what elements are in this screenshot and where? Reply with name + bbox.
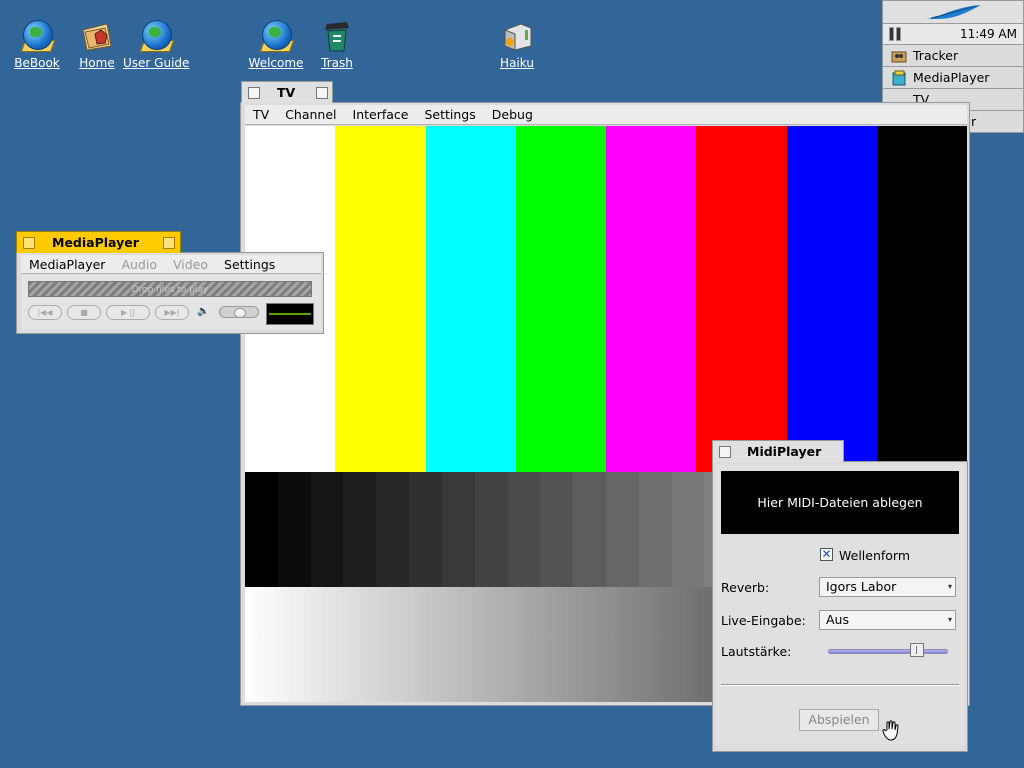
- chevron-down-icon: ▾: [947, 615, 952, 624]
- chevron-down-icon: ▾: [947, 582, 952, 591]
- deskbar-item-mediaplayer[interactable]: MediaPlayer: [882, 67, 1024, 89]
- hand-cursor-icon: [882, 720, 899, 741]
- deskbar-tray: 11:49 AM: [882, 23, 1024, 45]
- color-bar: [335, 126, 426, 472]
- volume-slider-thumb[interactable]: [910, 643, 924, 657]
- divider: [721, 684, 959, 686]
- gray-step: [441, 472, 475, 587]
- close-icon[interactable]: [23, 237, 35, 249]
- menu-debug[interactable]: Debug: [484, 107, 541, 122]
- haiku-volume-icon: [501, 20, 533, 52]
- bebook-icon: [20, 20, 56, 52]
- deskbar-clock[interactable]: 11:49 AM: [960, 27, 1017, 41]
- deskbar-item-label: Tracker: [913, 48, 959, 63]
- deskbar-item-label: MediaPlayer: [913, 70, 990, 85]
- menu-settings[interactable]: Settings: [216, 257, 283, 272]
- play-button[interactable]: Abspielen: [799, 709, 879, 731]
- trash-icon: [321, 20, 353, 52]
- gray-step: [474, 472, 508, 587]
- reverb-label: Reverb:: [721, 580, 770, 595]
- menu-interface[interactable]: Interface: [345, 107, 417, 122]
- deskbar-menu-button[interactable]: [882, 0, 1024, 23]
- mediaplayer-menubar: MediaPlayer Audio Video Settings: [21, 255, 321, 274]
- menu-settings[interactable]: Settings: [416, 107, 483, 122]
- gray-step: [277, 472, 311, 587]
- window-title: MediaPlayer: [52, 235, 139, 250]
- menu-mediaplayer[interactable]: MediaPlayer: [21, 257, 113, 272]
- close-icon[interactable]: [719, 446, 731, 458]
- gray-step: [409, 472, 442, 587]
- deskbar-item-label: r: [971, 114, 977, 129]
- desktop-icon-label: Welcome: [248, 56, 304, 70]
- skip-forward-button[interactable]: ▶▶|: [155, 305, 189, 320]
- volume-slider[interactable]: [219, 306, 259, 318]
- color-bar: [786, 126, 877, 472]
- waveform-checkbox[interactable]: ✕: [820, 548, 833, 561]
- gray-step: [376, 472, 410, 587]
- tv-window-tab[interactable]: TV: [241, 81, 333, 103]
- tv-menubar: TV Channel Interface Settings Debug: [245, 105, 967, 125]
- gray-step: [310, 472, 344, 587]
- desktop-icon-label: Haiku: [500, 56, 534, 70]
- skip-back-button[interactable]: |◀◀: [28, 305, 62, 320]
- desktop-icon-label: Home: [79, 56, 115, 70]
- gray-step: [245, 472, 278, 587]
- seek-bar[interactable]: Drop files to play: [28, 281, 312, 297]
- desktop-icon-user-guide[interactable]: User Guide: [121, 20, 191, 70]
- peak-meter: [266, 303, 314, 325]
- gray-step: [343, 472, 377, 587]
- gray-step: [605, 472, 639, 587]
- home-folder-icon: [81, 20, 113, 52]
- gray-step: [671, 472, 705, 587]
- test-pattern-color-bars: [245, 126, 967, 472]
- gray-step: [573, 472, 606, 587]
- desktop-icon-label: BeBook: [14, 56, 60, 70]
- color-bar: [876, 126, 967, 472]
- menu-tv[interactable]: TV: [245, 107, 277, 122]
- close-icon[interactable]: [248, 87, 260, 99]
- live-input-select[interactable]: Aus ▾: [819, 610, 956, 630]
- welcome-icon: [259, 20, 295, 52]
- menu-channel[interactable]: Channel: [277, 107, 344, 122]
- mediaplayer-icon: [891, 70, 907, 86]
- user-guide-icon: [139, 20, 175, 52]
- volume-slider-track[interactable]: [828, 649, 948, 654]
- zoom-icon[interactable]: [163, 237, 175, 249]
- deskbar-item-tracker[interactable]: Tracker: [882, 45, 1024, 67]
- desktop-icon-label: Trash: [321, 56, 353, 70]
- stop-button[interactable]: ■: [67, 305, 101, 320]
- reverb-select[interactable]: Igors Labor ▾: [819, 577, 956, 597]
- color-bar: [696, 126, 787, 472]
- mediaplayer-controls: Drop files to play |◀◀ ■ ▶ || ▶▶| 🔈: [21, 275, 321, 330]
- desktop-icon-trash[interactable]: Trash: [302, 20, 372, 70]
- window-title: MidiPlayer: [747, 444, 822, 459]
- live-input-value: Aus: [826, 612, 849, 627]
- menu-audio[interactable]: Audio: [113, 257, 165, 272]
- waveform-checkbox-label[interactable]: Wellenform: [839, 548, 910, 563]
- menu-video[interactable]: Video: [165, 257, 216, 272]
- color-bar: [425, 126, 516, 472]
- midi-drop-area[interactable]: Hier MIDI-Dateien ablegen: [721, 471, 959, 534]
- mediaplayer-window-tab[interactable]: MediaPlayer: [16, 231, 181, 253]
- live-input-label: Live-Eingabe:: [721, 613, 806, 628]
- desktop-icon-haiku[interactable]: Haiku: [482, 20, 552, 70]
- color-bar: [515, 126, 606, 472]
- midiplayer-body: Hier MIDI-Dateien ablegen ✕ Wellenform R…: [716, 464, 964, 748]
- speaker-icon[interactable]: 🔈: [197, 306, 211, 318]
- gray-step: [507, 472, 541, 587]
- desktop-icon-label: User Guide: [123, 56, 190, 70]
- volume-label: Lautstärke:: [721, 644, 792, 659]
- gray-step: [638, 472, 672, 587]
- reverb-value: Igors Labor: [826, 579, 897, 594]
- midiplayer-window-tab[interactable]: MidiPlayer: [712, 440, 844, 462]
- window-title: TV: [277, 85, 296, 100]
- play-pause-button[interactable]: ▶ ||: [106, 305, 150, 320]
- process-monitor-icon[interactable]: [889, 27, 903, 41]
- tracker-icon: [891, 48, 907, 64]
- haiku-leaf-icon: [925, 5, 981, 19]
- desktop-icon-welcome[interactable]: Welcome: [241, 20, 311, 70]
- color-bar: [606, 126, 697, 472]
- gray-step: [540, 472, 574, 587]
- zoom-icon[interactable]: [316, 87, 328, 99]
